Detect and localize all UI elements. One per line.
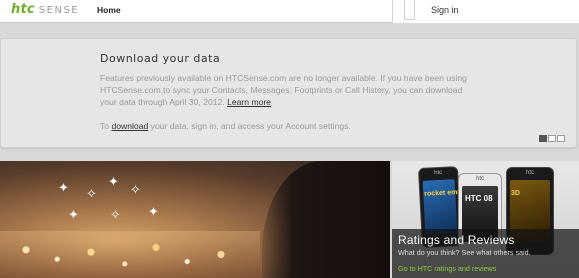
sparkle-icon: ✦	[58, 180, 69, 195]
top-navigation-bar: htc SENSE Home Sign in	[0, 0, 579, 23]
sparkle-icon: ✦	[148, 204, 159, 219]
sparkle-icon: ✧	[110, 207, 121, 222]
pager-dot-2[interactable]	[548, 135, 556, 142]
notice-cta: To download your data, sign in, and acce…	[100, 121, 351, 131]
learn-more-link[interactable]: Learn more	[227, 97, 271, 107]
cta-prefix: To	[100, 121, 110, 131]
notice-body: Features previously available on HTCSens…	[100, 72, 480, 108]
person-silhouette	[262, 161, 390, 278]
sign-in-tab[interactable]	[404, 0, 415, 20]
notice-title: Download your data	[100, 52, 221, 65]
hero-image: ✦ ✧ ✦ ✧ ✦ ✧ ✦	[0, 161, 390, 278]
download-link[interactable]: download	[111, 121, 148, 131]
logo-product: SENSE	[38, 5, 80, 16]
sign-in-link[interactable]: Sign in	[431, 5, 459, 15]
phone-screen-text: 3D	[511, 190, 520, 197]
phone-brand: htc	[525, 170, 534, 176]
phone-screen-text: HTC 08	[465, 194, 493, 203]
promo-subtitle: What do you think? See what others said.	[398, 248, 531, 257]
cta-suffix: your data, sign in, and access your Acco…	[150, 121, 351, 131]
nav-home-link[interactable]: Home	[97, 5, 121, 15]
ratings-reviews-link[interactable]: Go to HTC ratings and reviews	[398, 264, 496, 273]
sign-in-area: Sign in	[392, 0, 579, 23]
notice-body-text: Features previously available on HTCSens…	[100, 73, 467, 107]
pager-dot-3[interactable]	[557, 135, 565, 142]
city-lights-bokeh	[0, 231, 260, 278]
logo-brand: htc	[11, 2, 35, 17]
pager-dot-1[interactable]	[539, 135, 547, 142]
notice-pager	[539, 135, 565, 142]
htc-sense-logo[interactable]: htc SENSE	[11, 2, 79, 17]
sparkle-icon: ✦	[68, 207, 79, 222]
sparkle-icon: ✧	[86, 186, 97, 201]
phone-brand: htc	[475, 176, 484, 182]
phone-brand: htc	[434, 169, 443, 177]
promo-title: Ratings and Reviews	[398, 233, 515, 247]
download-notice-panel: Download your data Features previously a…	[0, 38, 577, 148]
sparkle-icon: ✦	[108, 174, 119, 189]
sparkle-icon: ✧	[130, 182, 141, 197]
ratings-reviews-promo[interactable]: htc rocket empire htc HTC 08 htc 3D Rati…	[392, 161, 579, 278]
promo-caption: Ratings and Reviews What do you think? S…	[392, 229, 579, 278]
